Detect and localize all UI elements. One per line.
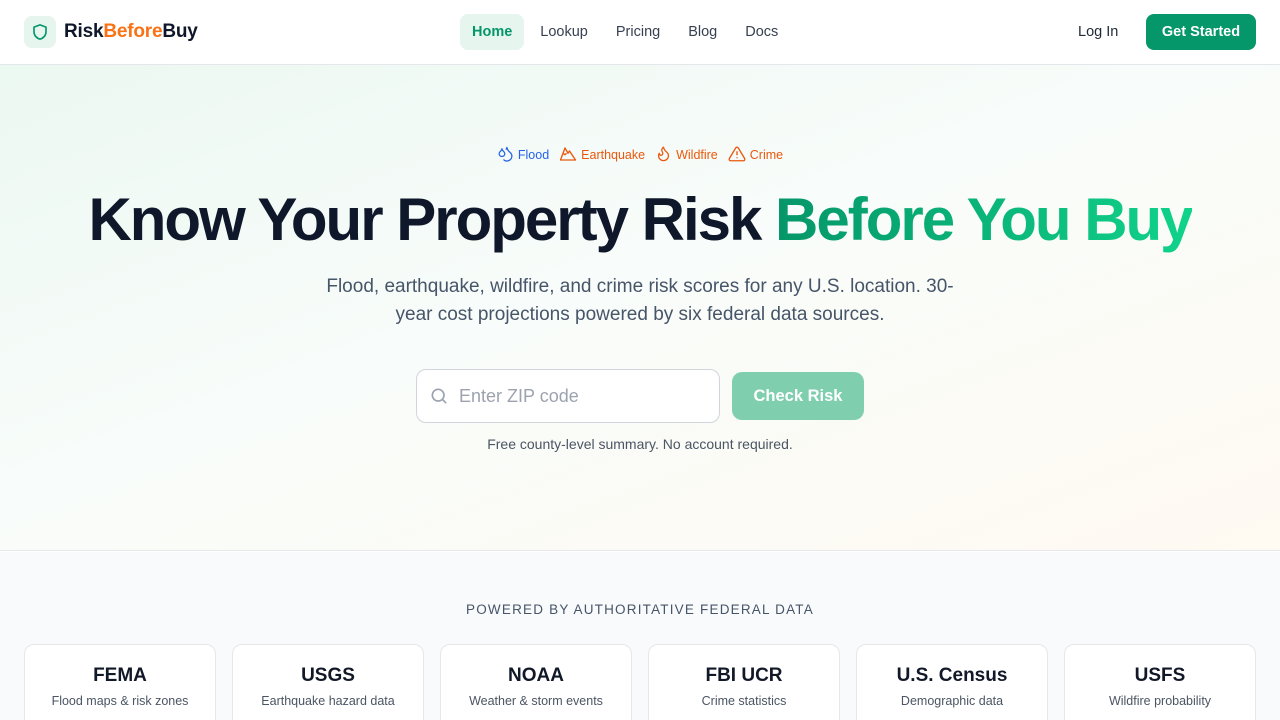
brand-name: RiskBeforeBuy (64, 21, 198, 43)
hazard-tag-label: Wildfire (676, 148, 718, 162)
nav-link-lookup[interactable]: Lookup (528, 14, 600, 50)
nav-link-home[interactable]: Home (460, 14, 525, 50)
nav-link-blog[interactable]: Blog (676, 14, 729, 50)
mountain-icon (559, 145, 581, 166)
zip-code-input[interactable] (459, 381, 699, 411)
hero-subtitle: Flood, earthquake, wildfire, and crime r… (326, 276, 954, 325)
source-card-census: U.S. Census Demographic data (856, 644, 1048, 720)
hazard-tag-wildfire: Wildfire (655, 145, 718, 165)
brand-name-risk: Risk (64, 21, 104, 42)
nav-link-docs[interactable]: Docs (733, 14, 790, 50)
brand-name-buy: Buy (162, 21, 198, 42)
source-description: Demographic data (900, 694, 1004, 708)
source-name: U.S. Census (896, 665, 1008, 686)
nav-link-pricing[interactable]: Pricing (604, 14, 672, 50)
hazard-tag-earthquake: Earthquake (559, 145, 645, 166)
source-card-fema: FEMA Flood maps & risk zones (24, 644, 216, 720)
source-name: USFS (1134, 665, 1186, 686)
source-description: Earthquake hazard data (261, 694, 395, 708)
get-started-button[interactable]: Get Started (1146, 14, 1256, 50)
hazard-tag-label: Earthquake (581, 148, 646, 162)
shield-icon (24, 16, 56, 48)
brand-logo[interactable]: RiskBeforeBuy (24, 16, 198, 48)
hero-headline: Know Your Property Risk Before You Buy (0, 183, 1280, 257)
search-icon (429, 386, 449, 406)
source-description: Flood maps & risk zones (51, 694, 189, 708)
headline-main: Know Your Property Risk (88, 186, 776, 253)
source-name: USGS (301, 665, 355, 686)
source-description: Weather & storm events (469, 694, 603, 708)
free-summary-note: Free county-level summary. No account re… (487, 436, 793, 452)
hazard-tag-label: Flood (517, 148, 550, 162)
source-description: Wildfire probability (1108, 694, 1212, 708)
source-name: FEMA (93, 665, 147, 686)
source-card-noaa: NOAA Weather & storm events (440, 644, 632, 720)
check-risk-button[interactable]: Check Risk (732, 372, 864, 420)
source-card-usfs: USFS Wildfire probability (1064, 644, 1256, 720)
flame-icon (655, 145, 676, 165)
hazard-tags: Flood Earthquake Wildfire Crime (0, 144, 1280, 166)
brand-name-before: Before (103, 21, 163, 42)
main-nav: Home Lookup Pricing Blog Docs (460, 14, 794, 50)
login-link[interactable]: Log In (1066, 14, 1130, 50)
droplets-icon (497, 145, 518, 165)
source-description: Crime statistics (701, 694, 787, 708)
hero-section: Flood Earthquake Wildfire Crime Know You… (0, 65, 1280, 551)
zip-search-box[interactable] (416, 369, 720, 423)
source-name: FBI UCR (705, 665, 783, 686)
source-card-usgs: USGS Earthquake hazard data (232, 644, 424, 720)
hazard-tag-crime: Crime (728, 145, 783, 166)
hazard-tag-label: Crime (749, 148, 784, 162)
hazard-tag-flood: Flood (497, 145, 549, 165)
source-card-fbi-ucr: FBI UCR Crime statistics (648, 644, 840, 720)
headline-accent: Before You Buy (775, 186, 1194, 253)
source-name: NOAA (508, 665, 564, 686)
sources-title: POWERED BY AUTHORITATIVE FEDERAL DATA (466, 602, 814, 617)
top-nav: RiskBeforeBuy Home Lookup Pricing Blog D… (0, 0, 1280, 65)
data-sources-section: POWERED BY AUTHORITATIVE FEDERAL DATA FE… (0, 552, 1280, 720)
warning-triangle-icon (728, 145, 750, 166)
